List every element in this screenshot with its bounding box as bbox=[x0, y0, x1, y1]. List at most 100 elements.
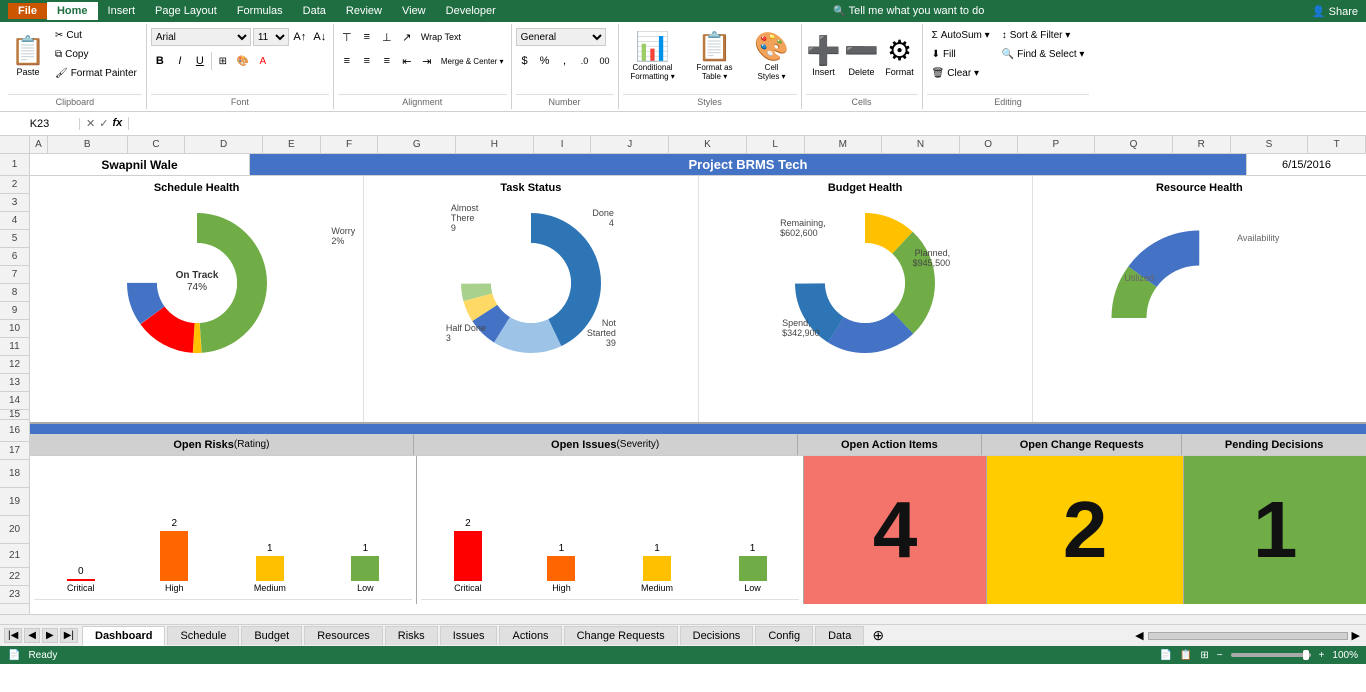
align-left-button[interactable]: ≡ bbox=[338, 52, 356, 70]
row-18[interactable]: 18 bbox=[0, 460, 29, 488]
sort-filter-button[interactable]: ↕Sort & Filter ▾ bbox=[997, 26, 1090, 44]
tab-view[interactable]: View bbox=[392, 2, 436, 20]
row-9[interactable]: 9 bbox=[0, 302, 29, 320]
tab-schedule[interactable]: Schedule bbox=[167, 626, 239, 645]
row-17[interactable]: 17 bbox=[0, 442, 29, 460]
col-l[interactable]: L bbox=[747, 136, 805, 153]
tab-budget[interactable]: Budget bbox=[241, 626, 302, 645]
row-8[interactable]: 8 bbox=[0, 284, 29, 302]
find-select-button[interactable]: 🔍Find & Select ▾ bbox=[997, 45, 1090, 63]
first-sheet-button[interactable]: |◀ bbox=[4, 628, 22, 643]
formula-input[interactable] bbox=[129, 118, 1366, 130]
increase-decimal-button[interactable]: 00 bbox=[596, 52, 614, 70]
file-tab[interactable]: File bbox=[8, 3, 47, 19]
align-right-button[interactable]: ≡ bbox=[378, 52, 396, 70]
cell-reference[interactable]: K23 bbox=[0, 118, 80, 130]
border-button[interactable]: ⊞ bbox=[214, 52, 232, 70]
col-q[interactable]: Q bbox=[1095, 136, 1173, 153]
scroll-right-btn[interactable]: ▶ bbox=[1352, 629, 1360, 642]
h-scrollbar-track[interactable] bbox=[1148, 632, 1348, 640]
font-size-select[interactable]: 11 bbox=[253, 28, 289, 46]
function-icon[interactable]: fx bbox=[112, 117, 122, 130]
col-f[interactable]: F bbox=[321, 136, 379, 153]
row-20[interactable]: 20 bbox=[0, 516, 29, 544]
view-page-break[interactable]: ⊞ bbox=[1200, 650, 1208, 661]
row-15[interactable]: 15 bbox=[0, 410, 29, 420]
row-1[interactable]: 1 bbox=[0, 154, 29, 176]
row-10[interactable]: 10 bbox=[0, 320, 29, 338]
tab-risks[interactable]: Risks bbox=[385, 626, 438, 645]
comma-button[interactable]: , bbox=[556, 52, 574, 70]
scroll-left-btn[interactable]: ◀ bbox=[1135, 629, 1143, 642]
tab-home[interactable]: Home bbox=[47, 2, 98, 20]
row-19[interactable]: 19 bbox=[0, 488, 29, 516]
tab-decisions[interactable]: Decisions bbox=[680, 626, 754, 645]
cell-styles-button[interactable]: 🎨 CellStyles ▾ bbox=[747, 26, 797, 84]
clear-button[interactable]: 🗑Clear ▾ bbox=[927, 64, 995, 82]
format-painter-button[interactable]: 🖌Format Painter bbox=[50, 64, 142, 82]
row-23[interactable]: 23 bbox=[0, 586, 29, 604]
align-middle-button[interactable]: ≡ bbox=[358, 28, 376, 46]
align-center-button[interactable]: ≡ bbox=[358, 52, 376, 70]
row-3[interactable]: 3 bbox=[0, 194, 29, 212]
increase-indent-button[interactable]: ⇥ bbox=[418, 52, 436, 70]
wrap-text-button[interactable]: Wrap Text bbox=[418, 28, 464, 46]
col-h[interactable]: H bbox=[456, 136, 534, 153]
font-color-button[interactable]: A bbox=[254, 52, 272, 70]
zoom-slider[interactable] bbox=[1231, 653, 1311, 657]
tab-config[interactable]: Config bbox=[755, 626, 813, 645]
row-2[interactable]: 2 bbox=[0, 176, 29, 194]
align-bottom-button[interactable]: ⊥ bbox=[378, 28, 396, 46]
row-5[interactable]: 5 bbox=[0, 230, 29, 248]
bold-button[interactable]: B bbox=[151, 52, 169, 70]
tab-review[interactable]: Review bbox=[336, 2, 392, 20]
row-12[interactable]: 12 bbox=[0, 356, 29, 374]
col-m[interactable]: M bbox=[805, 136, 883, 153]
tab-data[interactable]: Data bbox=[293, 2, 336, 20]
fill-button[interactable]: ⬇Fill bbox=[927, 45, 995, 63]
zoom-out-btn[interactable]: − bbox=[1217, 650, 1223, 661]
conditional-formatting-button[interactable]: 📊 ConditionalFormatting ▾ bbox=[623, 26, 683, 84]
number-format-select[interactable]: General bbox=[516, 28, 606, 46]
view-layout[interactable]: 📋 bbox=[1180, 650, 1192, 661]
tab-dashboard[interactable]: Dashboard bbox=[82, 626, 165, 646]
col-b[interactable]: B bbox=[48, 136, 128, 153]
row-6[interactable]: 6 bbox=[0, 248, 29, 266]
col-o[interactable]: O bbox=[960, 136, 1018, 153]
tab-formulas[interactable]: Formulas bbox=[227, 2, 293, 20]
row-21[interactable]: 21 bbox=[0, 544, 29, 568]
tab-insert[interactable]: Insert bbox=[98, 2, 146, 20]
format-table-button[interactable]: 📋 Format asTable ▾ bbox=[685, 26, 745, 84]
font-family-select[interactable]: Arial bbox=[151, 28, 251, 46]
row-7[interactable]: 7 bbox=[0, 266, 29, 284]
tab-data[interactable]: Data bbox=[815, 626, 864, 645]
add-sheet-button[interactable]: ⊕ bbox=[866, 624, 890, 647]
col-s[interactable]: S bbox=[1231, 136, 1309, 153]
decrease-indent-button[interactable]: ⇤ bbox=[398, 52, 416, 70]
row-11[interactable]: 11 bbox=[0, 338, 29, 356]
col-a[interactable]: A bbox=[30, 136, 48, 153]
row-13[interactable]: 13 bbox=[0, 374, 29, 392]
view-normal[interactable]: 📄 bbox=[1159, 650, 1171, 661]
tab-developer[interactable]: Developer bbox=[436, 2, 506, 20]
copy-button[interactable]: ⧉Copy bbox=[50, 45, 142, 63]
row-14[interactable]: 14 bbox=[0, 392, 29, 410]
col-g[interactable]: G bbox=[378, 136, 456, 153]
fill-color-button[interactable]: 🎨 bbox=[234, 52, 252, 70]
decrease-decimal-button[interactable]: .0 bbox=[576, 52, 594, 70]
col-k[interactable]: K bbox=[669, 136, 747, 153]
percent-button[interactable]: % bbox=[536, 52, 554, 70]
insert-button[interactable]: ➕ Insert bbox=[806, 26, 842, 84]
col-t[interactable]: T bbox=[1308, 136, 1366, 153]
col-c[interactable]: C bbox=[128, 136, 186, 153]
col-e[interactable]: E bbox=[263, 136, 321, 153]
tab-change-requests[interactable]: Change Requests bbox=[564, 626, 678, 645]
col-p[interactable]: P bbox=[1018, 136, 1096, 153]
cut-button[interactable]: ✂Cut bbox=[50, 26, 142, 44]
tab-resources[interactable]: Resources bbox=[304, 626, 383, 645]
decrease-font-button[interactable]: A↓ bbox=[311, 28, 329, 46]
tab-issues[interactable]: Issues bbox=[440, 626, 498, 645]
share-button[interactable]: 👤 Share bbox=[1312, 5, 1358, 18]
italic-button[interactable]: I bbox=[171, 52, 189, 70]
prev-sheet-button[interactable]: ◀ bbox=[24, 628, 40, 643]
